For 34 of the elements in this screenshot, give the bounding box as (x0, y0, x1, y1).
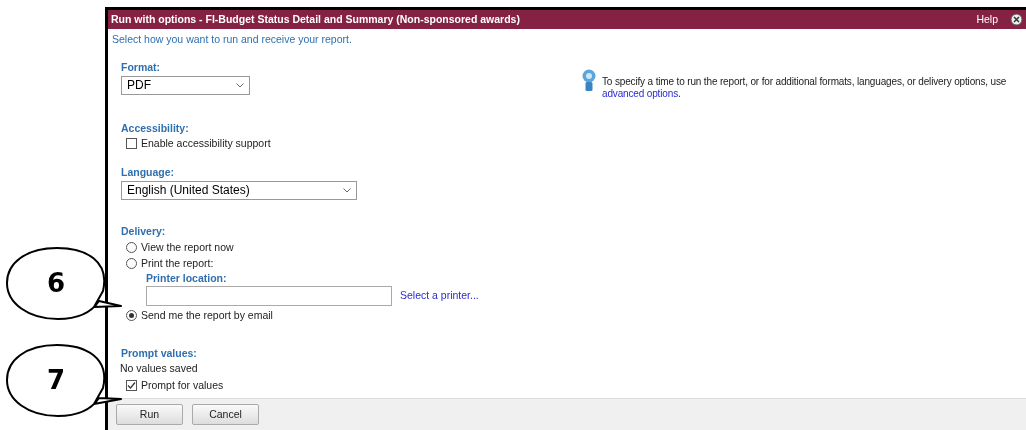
dialog-button[interactable]: Run (116, 404, 183, 425)
radio-button[interactable] (126, 242, 137, 254)
radio-button[interactable] (126, 310, 137, 322)
advanced-options-link[interactable]: advanced options (602, 88, 678, 99)
checkbox[interactable] (126, 138, 137, 150)
section-label: Accessibility: (121, 121, 189, 135)
section-label: Language: (121, 165, 175, 179)
section-label: Prompt values: (121, 346, 197, 360)
caret-icon (343, 187, 351, 193)
option-label: Print the report: (141, 255, 214, 271)
dropdown[interactable]: English (United States) (121, 180, 357, 200)
section-label: Delivery: (121, 224, 166, 238)
dialog-button[interactable]: Cancel (192, 404, 259, 425)
callout-number: 6 (46, 268, 66, 298)
info-text: To specify a time to run the report, or for additional formats, languages, or delivery options, use advanced options. (602, 75, 1007, 100)
select-printer-link[interactable]: Select a printer... (400, 287, 479, 304)
status-text: No values saved (120, 360, 198, 376)
close-icon[interactable] (1010, 13, 1023, 26)
option-label: Prompt for values (141, 377, 224, 393)
printer-location-field[interactable] (146, 285, 392, 306)
window-title: Run with options - FI-Budget Status Detail and Summary (Non-sponsored awards) (111, 11, 520, 27)
option-label: Enable accessibility support (141, 135, 271, 151)
radio-button[interactable] (126, 258, 137, 270)
section-label: Format: (121, 60, 161, 74)
dropdown[interactable]: PDF (121, 75, 250, 95)
option-label: View the report now (141, 239, 234, 255)
caret-icon (236, 82, 244, 88)
section-label: Printer location: (146, 271, 227, 285)
help-link[interactable]: Help (976, 11, 998, 28)
checkbox[interactable] (126, 380, 137, 391)
subtitle: Select how you want to run and receive your report. (112, 32, 352, 47)
lightbulb-icon (582, 69, 596, 92)
callout-number: 7 (46, 365, 66, 395)
option-label: Send me the report by email (141, 307, 273, 323)
